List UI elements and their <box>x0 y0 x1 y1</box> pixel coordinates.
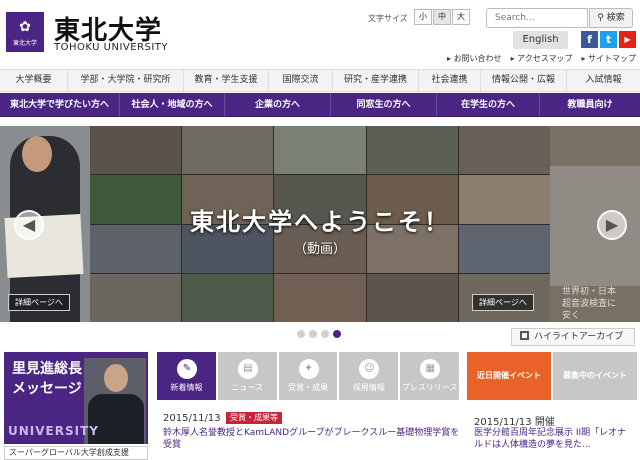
hero-carousel: 東北大学へようこそ！ （動画） ◀ ▶ 詳細ページへ 詳細ページへ 世界初・日本… <box>0 126 640 322</box>
super-global-link[interactable]: スーパーグローバル大学創成支援 <box>4 446 148 460</box>
audience-staff[interactable]: 教職員向け <box>540 93 640 117</box>
next-slide-caption: 世界初・日本 超音波検査に 安く <box>562 287 617 321</box>
font-size-label: 文字サイズ <box>368 14 408 23</box>
search-icon: ⚲ <box>597 13 604 23</box>
nav-international[interactable]: 国際交流 <box>269 70 333 91</box>
event-title-link[interactable]: 医学分館百周年記念展示 II期「レオナルドは人体構造の夢を見た... <box>474 427 634 451</box>
font-size-medium-button[interactable]: 中 <box>433 9 451 25</box>
font-size-large-button[interactable]: 大 <box>452 9 470 25</box>
carousel-next-arrow-icon[interactable]: ▶ <box>597 210 627 240</box>
carousel-pagination <box>297 330 341 338</box>
facebook-icon[interactable]: f <box>581 31 598 48</box>
lightbulb-icon: ✦ <box>298 359 319 379</box>
university-seal-logo[interactable]: ✿ 東北大学 <box>6 12 44 52</box>
president-name: 里見進総長 <box>12 361 82 377</box>
news-category-badge: 受賞・成果等 <box>226 412 282 424</box>
highlight-archive-button[interactable]: ハイライトアーカイブ <box>511 328 635 346</box>
audience-community[interactable]: 社会人・地域の方へ <box>120 93 225 117</box>
search-button-label: 検索 <box>606 13 625 23</box>
twitter-icon[interactable]: t <box>600 31 617 48</box>
president-message-banner[interactable]: 里見進総長 メッセージ UNIVERSITY <box>4 352 148 444</box>
carousel-dot-3[interactable] <box>321 330 329 338</box>
news-tabs: ✎ 新着情報 ▤ ニュース ✦ 受賞・成果 ☺ 採用情報 ▦ プレスリリース <box>157 352 459 400</box>
util-link-sitemap[interactable]: ▸ サイトマップ <box>581 53 636 64</box>
document-icon: ▤ <box>237 359 258 379</box>
hero-title: 東北大学へようこそ！ <box>190 207 450 236</box>
tab-upcoming-events[interactable]: 近日開催イベント <box>467 352 551 400</box>
arrow-right-icon: ▸ <box>510 54 515 63</box>
carousel-prev-arrow-icon[interactable]: ◀ <box>14 210 44 240</box>
prev-slide-detail-button[interactable]: 詳細ページへ <box>8 294 70 311</box>
newspaper-icon: ▦ <box>420 359 441 379</box>
tab-news[interactable]: ▤ ニュース <box>217 352 277 400</box>
audience-students[interactable]: 在学生の方へ <box>437 93 540 117</box>
audience-alumni[interactable]: 同窓生の方へ <box>331 93 437 117</box>
seal-icon: ✿ <box>19 18 31 35</box>
util-link-access[interactable]: ▸ アクセスマップ <box>511 53 573 64</box>
site-header: ✿ 東北大学 東北大学 TOHOKU UNIVERSITY 文字サイズ 小 中 … <box>0 0 640 68</box>
news-headline-link[interactable]: 鈴木厚人名誉教授とKamLANDグループがブレークスルー基礎物理学賞を受賞 <box>163 427 463 451</box>
arrow-right-icon: ▸ <box>581 54 586 63</box>
banner-university-text: UNIVERSITY <box>8 424 99 438</box>
seal-text: 東北大学 <box>12 39 37 47</box>
audience-companies[interactable]: 企業の方へ <box>225 93 331 117</box>
people-icon: ☺ <box>359 359 380 379</box>
tab-awards[interactable]: ✦ 受賞・成果 <box>278 352 338 400</box>
arrow-right-icon: ▸ <box>447 54 452 63</box>
president-message-label: メッセージ <box>12 381 82 397</box>
nav-disclosure[interactable]: 情報公開・広報 <box>481 70 567 91</box>
hero-subtitle: （動画） <box>293 242 346 257</box>
nav-about[interactable]: 大学概要 <box>0 70 68 91</box>
font-size-small-button[interactable]: 小 <box>414 9 432 25</box>
search-input[interactable] <box>486 8 588 28</box>
audience-nav: 東北大学で学びたい方へ 社会人・地域の方へ 企業の方へ 同窓生の方へ 在学生の方… <box>0 93 640 117</box>
carousel-dot-1[interactable] <box>297 330 305 338</box>
nav-admissions[interactable]: 入試情報 <box>567 70 640 91</box>
logo-english[interactable]: TOHOKU UNIVERSITY <box>54 42 168 53</box>
youtube-icon[interactable]: ▶ <box>619 31 636 48</box>
nav-faculties[interactable]: 学部・大学院・研究所 <box>68 70 184 91</box>
slide-detail-button[interactable]: 詳細ページへ <box>472 294 534 311</box>
grid-icon <box>520 331 529 340</box>
audience-prospective[interactable]: 東北大学で学びたい方へ <box>0 93 120 117</box>
english-button[interactable]: English <box>513 31 568 49</box>
speech-bubble-icon: ✎ <box>177 359 197 379</box>
tab-latest-news[interactable]: ✎ 新着情報 <box>157 352 216 400</box>
primary-nav: 大学概要 学部・大学院・研究所 教育・学生支援 国際交流 研究・産学連携 社会連… <box>0 69 640 92</box>
utility-links: ▸ お問い合わせ ▸ アクセスマップ ▸ サイトマップ <box>447 53 636 64</box>
event-date: 2015/11/13 開催 <box>474 417 555 428</box>
news-date: 2015/11/13 <box>163 413 221 424</box>
carousel-dot-2[interactable] <box>309 330 317 338</box>
nav-education[interactable]: 教育・学生支援 <box>184 70 269 91</box>
tab-recruitment[interactable]: ☺ 採用情報 <box>339 352 399 400</box>
nav-research[interactable]: 研究・産学連携 <box>333 70 419 91</box>
nav-community[interactable]: 社会連携 <box>419 70 481 91</box>
util-link-contact[interactable]: ▸ お問い合わせ <box>447 53 502 64</box>
tab-open-events[interactable]: 募集中のイベント <box>553 352 637 400</box>
event-tabs: 近日開催イベント 募集中のイベント <box>467 352 637 400</box>
carousel-dot-4[interactable] <box>333 330 341 338</box>
search-button[interactable]: ⚲ 検索 <box>589 8 633 28</box>
tab-press-release[interactable]: ▦ プレスリリース <box>400 352 459 400</box>
